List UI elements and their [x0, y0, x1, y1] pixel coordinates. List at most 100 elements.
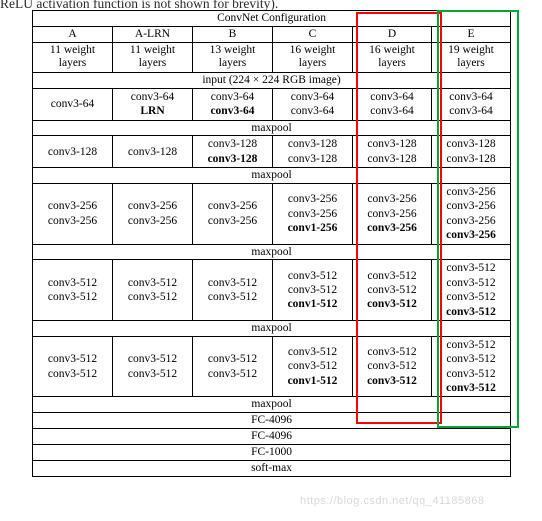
- block-3-cell-c: conv3-256 conv3-256 conv1-256: [272, 183, 353, 245]
- column-header-d: D: [352, 25, 432, 43]
- conv-layer-label: conv3-128: [207, 138, 258, 151]
- conv-layer-label: conv3-256: [446, 186, 496, 198]
- table-row-maxpool-4: maxpool: [31, 319, 512, 337]
- conv-layer-label: conv3-64: [210, 90, 255, 103]
- column-header-b: B: [192, 25, 273, 43]
- table-row-fc-4096-1: FC-4096: [31, 412, 512, 429]
- block-2-cell-e: conv3-128 conv3-128: [430, 135, 512, 169]
- conv-layer-label: conv3-512: [47, 291, 98, 304]
- conv-layer-label: conv3-256: [367, 207, 417, 220]
- weights-cell-d: 16 weight layers: [352, 41, 432, 73]
- conv-layer-label: conv3-512: [207, 353, 258, 366]
- column-header-e: E: [430, 25, 512, 43]
- conv-layer-label: conv3-512: [47, 276, 98, 289]
- conv-layer-label: conv3-128: [287, 152, 338, 165]
- conv-layer-label: conv3-128: [367, 138, 417, 151]
- conv-layer-label: conv3-128: [287, 138, 338, 151]
- conv-layer-label: conv3-512: [367, 360, 417, 373]
- table-row-softmax: soft-max: [31, 459, 512, 477]
- table-row-block-1: conv3-64 conv3-64 LRN conv3-64 conv3-64 co…: [32, 87, 512, 121]
- maxpool-label-4: maxpool: [31, 319, 512, 337]
- conv-layer-label: conv3-256: [367, 193, 417, 206]
- conv-layer-label: LRN: [140, 105, 165, 118]
- table-row-maxpool-5: maxpool: [31, 396, 512, 414]
- conv-layer-label: conv3-512: [367, 269, 417, 282]
- cropped-caption-line: ReLU activation function is not shown fo…: [0, 0, 279, 10]
- block-5-cell-a: conv3-512 conv3-512: [32, 335, 113, 398]
- conv-layer-label: conv3-256: [47, 200, 98, 213]
- conv-layer-label: conv3-512: [207, 276, 258, 289]
- block-1-cell-b: conv3-64 conv3-64: [192, 87, 273, 121]
- conv-layer-label: conv3-64: [210, 105, 255, 118]
- conv-layer-label: conv3-512: [287, 283, 338, 296]
- conv-layer-label: conv3-128: [446, 138, 496, 151]
- conv-layer-label: conv3-256: [287, 207, 338, 220]
- conv-layer-label: conv3-128: [47, 145, 98, 158]
- table-row-maxpool-2: maxpool: [31, 167, 512, 184]
- block-5-cell-e: conv3-512 conv3-512 conv3-512 conv3-512: [430, 335, 512, 398]
- conv-layer-label: conv3-512: [367, 345, 417, 358]
- block-3-cell-e: conv3-256 conv3-256 conv3-256 conv3-256: [430, 183, 512, 245]
- conv-layer-label: conv3-512: [287, 345, 338, 358]
- weights-cell-c: 16 weight layers: [272, 41, 353, 73]
- column-header-c: C: [272, 25, 353, 43]
- conv-layer-label: conv3-256: [207, 200, 258, 213]
- maxpool-label-2: maxpool: [31, 167, 512, 184]
- block-1-cell-a-lrn: conv3-64 LRN: [112, 87, 193, 121]
- conv-layer-label: conv3-256: [446, 200, 496, 213]
- table-row-block-4: conv3-512 conv3-512 conv3-512 conv3-512 co…: [32, 259, 512, 321]
- conv-layer-label: conv3-256: [47, 214, 98, 227]
- conv-layer-label: conv3-512: [446, 291, 496, 304]
- convnet-configuration-table: ConvNet Configuration A A-LRN B C D E 11…: [31, 10, 512, 477]
- conv-layer-label: conv3-512: [367, 283, 417, 296]
- block-1-cell-c: conv3-64 conv3-64: [272, 87, 353, 121]
- conv-layer-label: conv3-256: [446, 214, 496, 227]
- block-5-cell-d: conv3-512 conv3-512 conv3-512: [352, 335, 432, 398]
- block-3-cell-a: conv3-256 conv3-256: [32, 183, 113, 245]
- conv-layer-label: conv3-64: [449, 105, 493, 118]
- block-2-cell-d: conv3-128 conv3-128: [352, 135, 432, 169]
- table-row-block-2: conv3-128 conv3-128 conv3-128 conv3-128 c…: [32, 135, 512, 169]
- paper-figure-page: ReLU activation function is not shown fo…: [0, 0, 542, 521]
- weights-cell-a-lrn: 11 weight layers: [112, 41, 193, 73]
- column-header-a-lrn: A-LRN: [112, 25, 193, 43]
- conv-layer-label: conv3-512: [127, 291, 178, 304]
- block-4-cell-b: conv3-512 conv3-512: [192, 259, 273, 321]
- conv-layer-label: conv3-128: [127, 145, 178, 158]
- conv-layer-label: conv3-512: [207, 367, 258, 380]
- conv-layer-label: conv3-256: [287, 193, 338, 206]
- fc-4096-label-1: FC-4096: [31, 412, 512, 429]
- table-row-weights: 11 weight layers 11 weight layers 13 wei…: [32, 41, 512, 73]
- conv-layer-label: conv3-512: [367, 374, 417, 387]
- conv-layer-label: conv3-512: [446, 305, 496, 318]
- table-row-title: ConvNet Configuration: [31, 10, 512, 27]
- table-row-fc-1000: FC-1000: [31, 443, 512, 461]
- table-row-input: input (224 × 224 RGB image): [31, 71, 512, 89]
- block-5-cell-b: conv3-512 conv3-512: [192, 335, 273, 398]
- block-4-cell-a-lrn: conv3-512 conv3-512: [112, 259, 193, 321]
- block-4-cell-e: conv3-512 conv3-512 conv3-512 conv3-512: [430, 259, 512, 321]
- weights-cell-a: 11 weight layers: [32, 41, 113, 73]
- conv-layer-label: conv3-256: [127, 200, 178, 213]
- conv-layer-label: conv3-64: [449, 90, 493, 103]
- watermark-text: https://blog.csdn.net/qq_41185868: [300, 495, 485, 507]
- conv-layer-label: conv3-512: [127, 276, 178, 289]
- softmax-label: soft-max: [31, 459, 512, 477]
- conv-layer-label: conv3-256: [207, 214, 258, 227]
- block-1-cell-d: conv3-64 conv3-64: [352, 87, 432, 121]
- block-4-cell-c: conv3-512 conv3-512 conv1-512: [272, 259, 353, 321]
- block-3-cell-a-lrn: conv3-256 conv3-256: [112, 183, 193, 245]
- conv-layer-label: conv3-64: [290, 90, 335, 103]
- block-4-cell-d: conv3-512 conv3-512 conv3-512: [352, 259, 432, 321]
- block-2-cell-a: conv3-128: [32, 135, 113, 169]
- table-row-maxpool-1: maxpool: [31, 119, 512, 137]
- conv-layer-label: conv3-512: [127, 367, 178, 380]
- conv-layer-label: conv3-256: [127, 214, 178, 227]
- conv-layer-label: conv3-64: [290, 105, 335, 118]
- conv-layer-label: conv3-512: [287, 360, 338, 373]
- block-5-cell-a-lrn: conv3-512 conv3-512: [112, 335, 193, 398]
- block-3-cell-b: conv3-256 conv3-256: [192, 183, 273, 245]
- conv-layer-label: conv3-64: [370, 90, 414, 103]
- table-row-maxpool-3: maxpool: [31, 243, 512, 261]
- block-3-cell-d: conv3-256 conv3-256 conv3-256: [352, 183, 432, 245]
